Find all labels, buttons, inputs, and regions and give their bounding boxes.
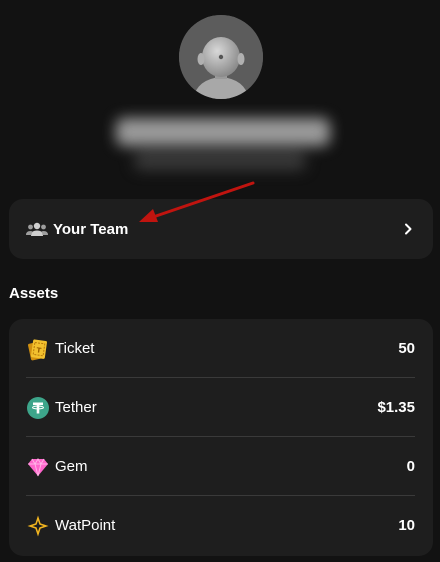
assets-title: Assets xyxy=(9,285,59,302)
gem-icon xyxy=(26,455,50,479)
asset-row-tether[interactable]: Tether $1.35 xyxy=(26,378,415,437)
asset-name: Gem xyxy=(55,458,88,475)
asset-name: WatPoint xyxy=(55,517,116,534)
asset-value: 0 xyxy=(406,458,415,475)
your-team-button[interactable]: Your Team xyxy=(9,199,433,259)
redacted-username xyxy=(96,108,346,188)
avatar[interactable] xyxy=(179,15,263,99)
asset-row-gem[interactable]: Gem 0 xyxy=(26,437,415,496)
robot-avatar-icon xyxy=(179,15,263,99)
asset-row-watpoint[interactable]: WatPoint 10 xyxy=(26,496,415,555)
ticket-icon: T xyxy=(26,337,50,361)
asset-value: 50 xyxy=(398,340,415,357)
your-team-label: Your Team xyxy=(53,220,129,238)
tether-icon xyxy=(26,396,50,420)
people-icon xyxy=(26,221,48,237)
asset-name: Tether xyxy=(55,399,97,416)
asset-value: $1.35 xyxy=(377,399,415,416)
asset-name: Ticket xyxy=(55,340,95,357)
assets-list: T Ticket 50 Tether $1.35 Gem 0 WatPoint … xyxy=(9,319,433,556)
asset-value: 10 xyxy=(398,517,415,534)
asset-row-ticket[interactable]: T Ticket 50 xyxy=(26,319,415,378)
chevron-right-icon xyxy=(401,222,415,236)
watpoint-icon xyxy=(26,514,50,538)
